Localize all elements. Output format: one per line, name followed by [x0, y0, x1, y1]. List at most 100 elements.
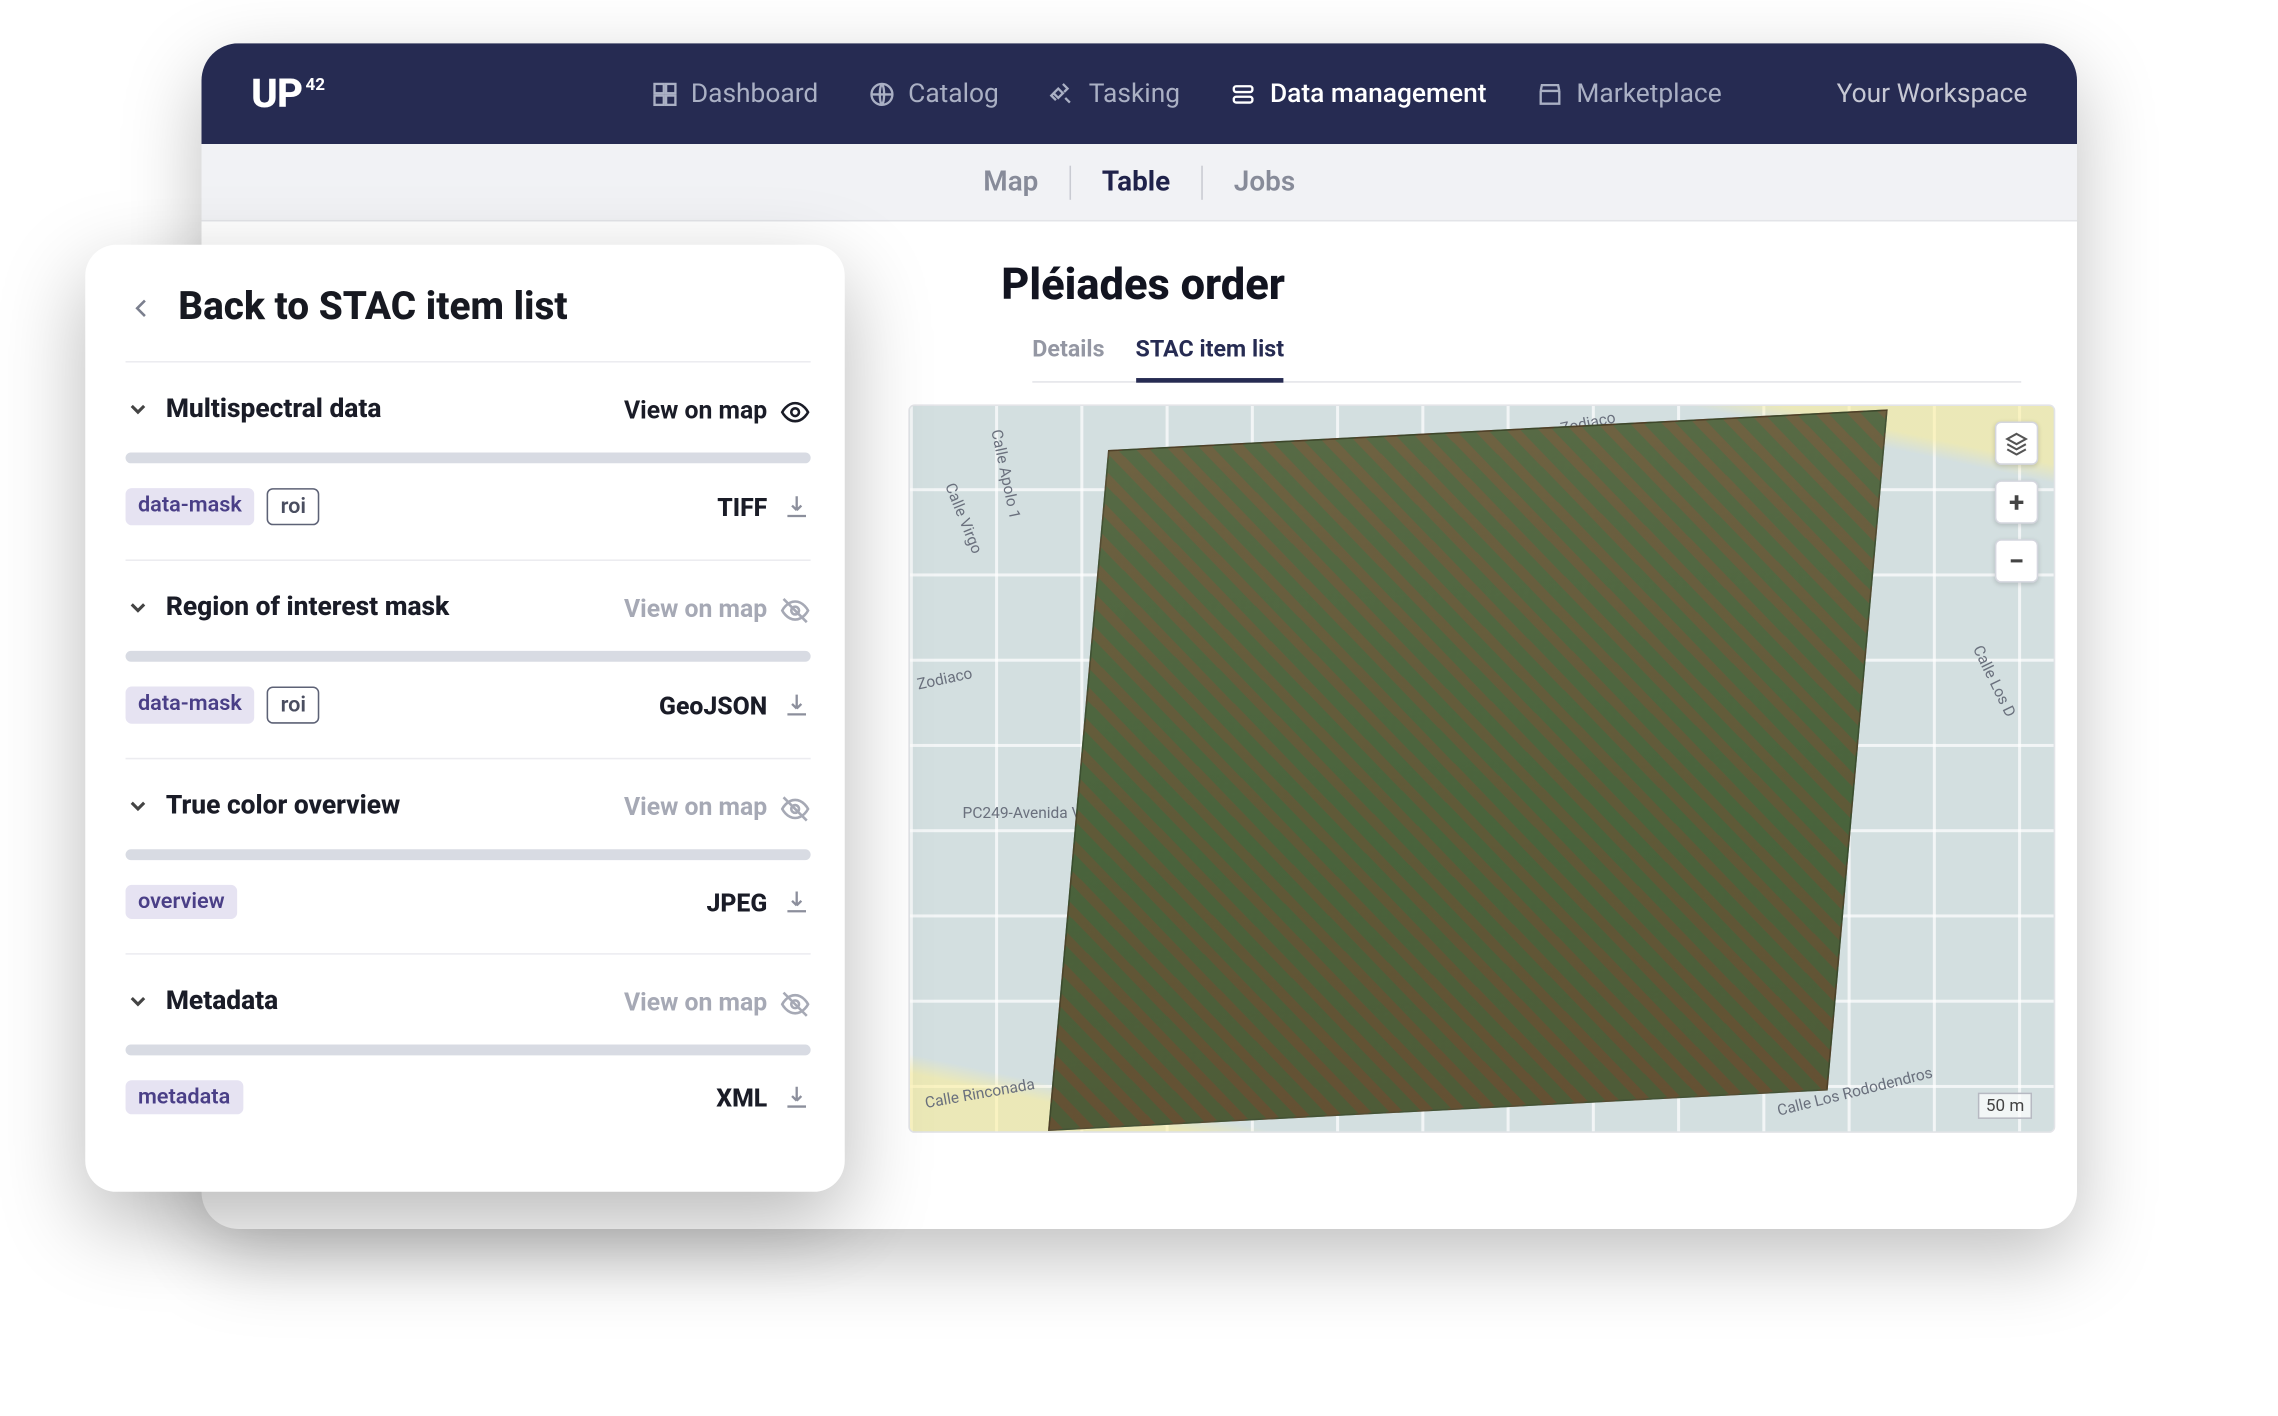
asset-title: Region of interest mask	[166, 592, 449, 623]
sub-nav: Map Table Jobs	[202, 144, 2078, 222]
format-label: GeoJSON	[659, 690, 767, 719]
tag: overview	[126, 885, 238, 919]
subnav-table[interactable]: Table	[1102, 166, 1170, 199]
tag-group: metadata	[126, 1080, 243, 1114]
globe-icon	[868, 80, 896, 108]
view-on-map-button[interactable]: View on map	[624, 986, 811, 1015]
progress-bar	[126, 849, 811, 860]
progress-bar	[126, 452, 811, 463]
logo-text: UP	[251, 70, 302, 117]
asset-block: Metadata View on map metadata XML	[126, 955, 811, 1149]
tag: metadata	[126, 1080, 243, 1114]
tag: data-mask	[126, 687, 255, 724]
satellite-overlay	[1048, 409, 1888, 1131]
satellite-icon	[1048, 80, 1076, 108]
view-on-map-label: View on map	[624, 394, 767, 423]
asset-row: data-mask roi GeoJSON	[126, 687, 811, 760]
nav-label: Dashboard	[691, 78, 818, 109]
layers-button[interactable]	[1995, 421, 2038, 464]
view-on-map-button[interactable]: View on map	[624, 593, 811, 622]
nav-items: Dashboard Catalog Tasking	[651, 78, 1722, 109]
progress-bar	[126, 651, 811, 662]
format-label: XML	[716, 1083, 767, 1112]
asset-toggle[interactable]: Metadata	[126, 986, 279, 1017]
top-nav: UP 42 Dashboard Catalog	[202, 43, 2078, 144]
workspace-link[interactable]: Your Workspace	[1837, 78, 2028, 109]
tag-group: overview	[126, 885, 238, 919]
asset-row: overview JPEG	[126, 885, 811, 955]
zoom-in-button[interactable]: +	[1995, 480, 2038, 523]
nav-label: Marketplace	[1576, 78, 1721, 109]
asset-title: Metadata	[166, 986, 278, 1017]
progress-bar	[126, 1045, 811, 1056]
detail-tabs: Details STAC item list	[1032, 328, 2021, 382]
asset-panel: Back to STAC item list Multispectral dat…	[85, 245, 845, 1192]
asset-header: Region of interest mask View on map	[126, 592, 811, 638]
tag-group: data-mask roi	[126, 488, 320, 525]
subnav-jobs[interactable]: Jobs	[1234, 166, 1295, 199]
tag: data-mask	[126, 488, 255, 525]
nav-item-marketplace[interactable]: Marketplace	[1536, 78, 1722, 109]
tag: roi	[267, 687, 320, 724]
back-button[interactable]: Back to STAC item list	[126, 285, 811, 363]
logo-sup: 42	[305, 74, 325, 94]
page-title: Pléiades order	[1001, 259, 2021, 310]
map[interactable]: Calle Apolo 1Calle VirgoCalle El Zodiaco…	[908, 404, 2055, 1133]
download-icon[interactable]	[783, 1083, 811, 1111]
nav-item-tasking[interactable]: Tasking	[1048, 78, 1180, 109]
map-scale: 50 m	[1978, 1093, 2032, 1119]
asset-block: Region of interest mask View on map data-m…	[126, 561, 811, 759]
download-icon[interactable]	[783, 691, 811, 719]
format-label: TIFF	[717, 492, 767, 521]
download-icon[interactable]	[783, 888, 811, 916]
eye-off-icon	[780, 793, 811, 818]
format-group: GeoJSON	[659, 690, 811, 719]
format-group: JPEG	[706, 887, 810, 916]
nav-item-dashboard[interactable]: Dashboard	[651, 78, 819, 109]
asset-toggle[interactable]: Multispectral data	[126, 394, 382, 425]
format-group: XML	[716, 1083, 810, 1112]
view-on-map-label: View on map	[624, 791, 767, 820]
tab-stac-item-list[interactable]: STAC item list	[1136, 328, 1285, 382]
format-group: TIFF	[717, 492, 810, 521]
asset-header: True color overview View on map	[126, 790, 811, 837]
back-label: Back to STAC item list	[178, 285, 567, 330]
tab-details[interactable]: Details	[1032, 328, 1104, 382]
asset-toggle[interactable]: True color overview	[126, 790, 401, 821]
chevron-down-icon	[126, 989, 151, 1014]
asset-header: Multispectral data View on map	[126, 394, 811, 441]
eye-off-icon	[780, 989, 811, 1014]
subnav-map[interactable]: Map	[983, 166, 1038, 199]
format-label: JPEG	[706, 887, 767, 916]
download-icon[interactable]	[783, 493, 811, 521]
divider	[1201, 165, 1203, 199]
logo: UP 42	[251, 70, 325, 117]
asset-header: Metadata View on map	[126, 986, 811, 1032]
view-on-map-button[interactable]: View on map	[624, 394, 811, 423]
asset-title: True color overview	[166, 790, 400, 821]
asset-block: True color overview View on map overview JP…	[126, 759, 811, 954]
tag-group: data-mask roi	[126, 687, 320, 724]
nav-item-data-management[interactable]: Data management	[1230, 78, 1487, 109]
nav-label: Data management	[1270, 78, 1487, 109]
asset-row: data-mask roi TIFF	[126, 488, 811, 561]
asset-toggle[interactable]: Region of interest mask	[126, 592, 450, 623]
map-controls: + −	[1995, 421, 2038, 582]
tag: roi	[267, 488, 320, 525]
asset-row: metadata XML	[126, 1080, 811, 1148]
view-on-map-label: View on map	[624, 986, 767, 1015]
eye-off-icon	[780, 595, 811, 620]
chevron-down-icon	[126, 595, 151, 620]
eye-icon	[780, 397, 811, 422]
asset-list: Multispectral data View on map data-mask ro…	[126, 363, 811, 1149]
arrow-left-icon	[126, 292, 157, 323]
dashboard-icon	[651, 80, 679, 108]
nav-item-catalog[interactable]: Catalog	[868, 78, 999, 109]
divider	[1069, 165, 1071, 199]
layers-icon	[1230, 80, 1258, 108]
zoom-out-button[interactable]: −	[1995, 539, 2038, 582]
chevron-down-icon	[126, 397, 151, 422]
view-on-map-label: View on map	[624, 593, 767, 622]
storefront-icon	[1536, 80, 1564, 108]
view-on-map-button[interactable]: View on map	[624, 791, 811, 820]
